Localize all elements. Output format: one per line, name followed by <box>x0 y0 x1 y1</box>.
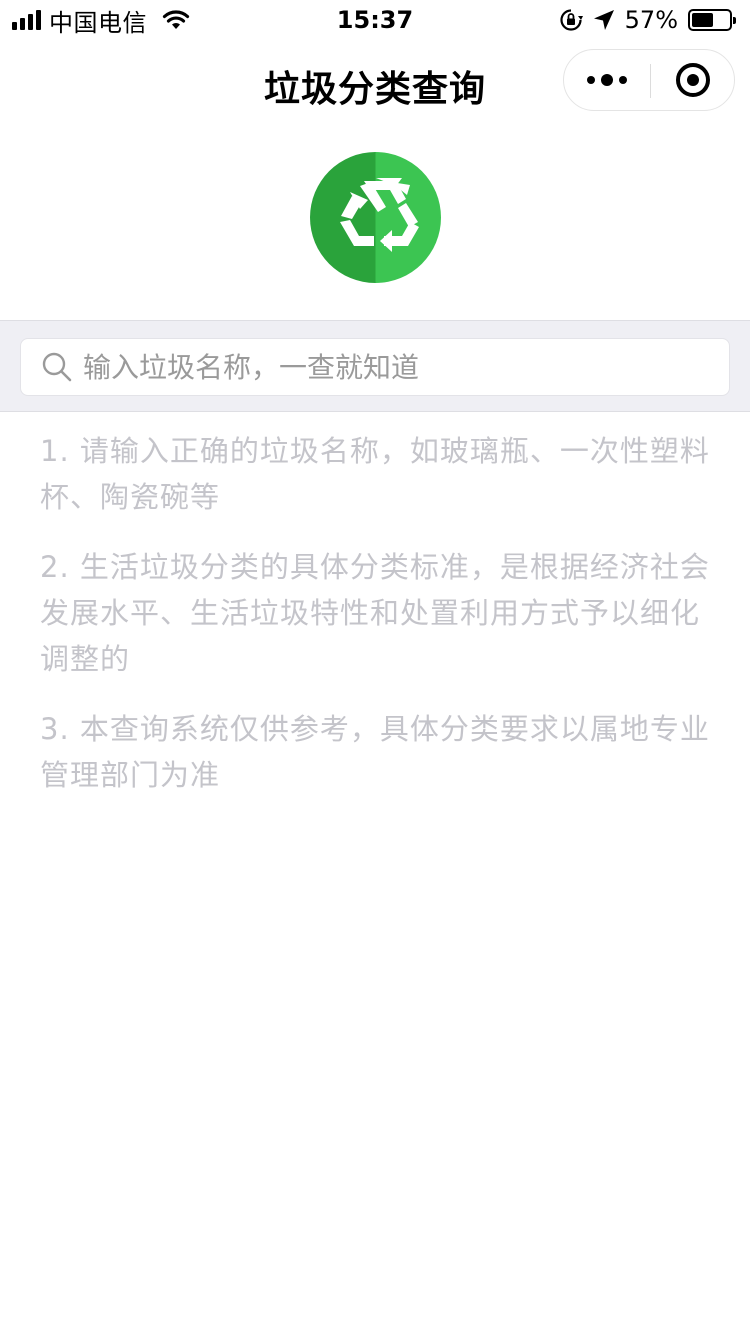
search-input[interactable] <box>83 350 729 384</box>
mini-program-capsule <box>563 49 735 111</box>
tip-item: 3. 本查询系统仅供参考，具体分类要求以属地专业管理部门为准 <box>40 712 710 792</box>
tip-item: 1. 请输入正确的垃圾名称，如玻璃瓶、一次性塑料杯、陶瓷碗等 <box>40 434 710 514</box>
location-arrow-icon <box>593 10 614 30</box>
search-icon <box>42 352 72 382</box>
recycle-icon <box>310 152 441 283</box>
tip-item: 2. 生活垃圾分类的具体分类标准，是根据经济社会发展水平、生活垃圾特性和处置利用… <box>40 550 710 676</box>
status-bar-right: 57% <box>559 6 736 34</box>
app-screen: 中国电信 15:37 57% 垃圾分类查询 输入垃圾名称，一查就知道 1. 请输… <box>0 0 750 1334</box>
search-area <box>0 320 750 412</box>
search-box[interactable] <box>20 338 730 396</box>
orientation-lock-icon <box>560 9 583 31</box>
target-close-icon[interactable] <box>650 50 736 110</box>
tips-list: 1. 请输入正确的垃圾名称，如玻璃瓶、一次性塑料杯、陶瓷碗等 2. 生活垃圾分类… <box>40 428 712 822</box>
status-bar: 中国电信 15:37 57% <box>0 0 750 40</box>
more-dots-icon[interactable] <box>564 50 650 110</box>
battery-level-fill <box>692 13 713 27</box>
battery-percent: 57% <box>624 6 678 34</box>
battery-icon <box>688 9 736 31</box>
navigation-bar: 垃圾分类查询 <box>0 40 750 120</box>
